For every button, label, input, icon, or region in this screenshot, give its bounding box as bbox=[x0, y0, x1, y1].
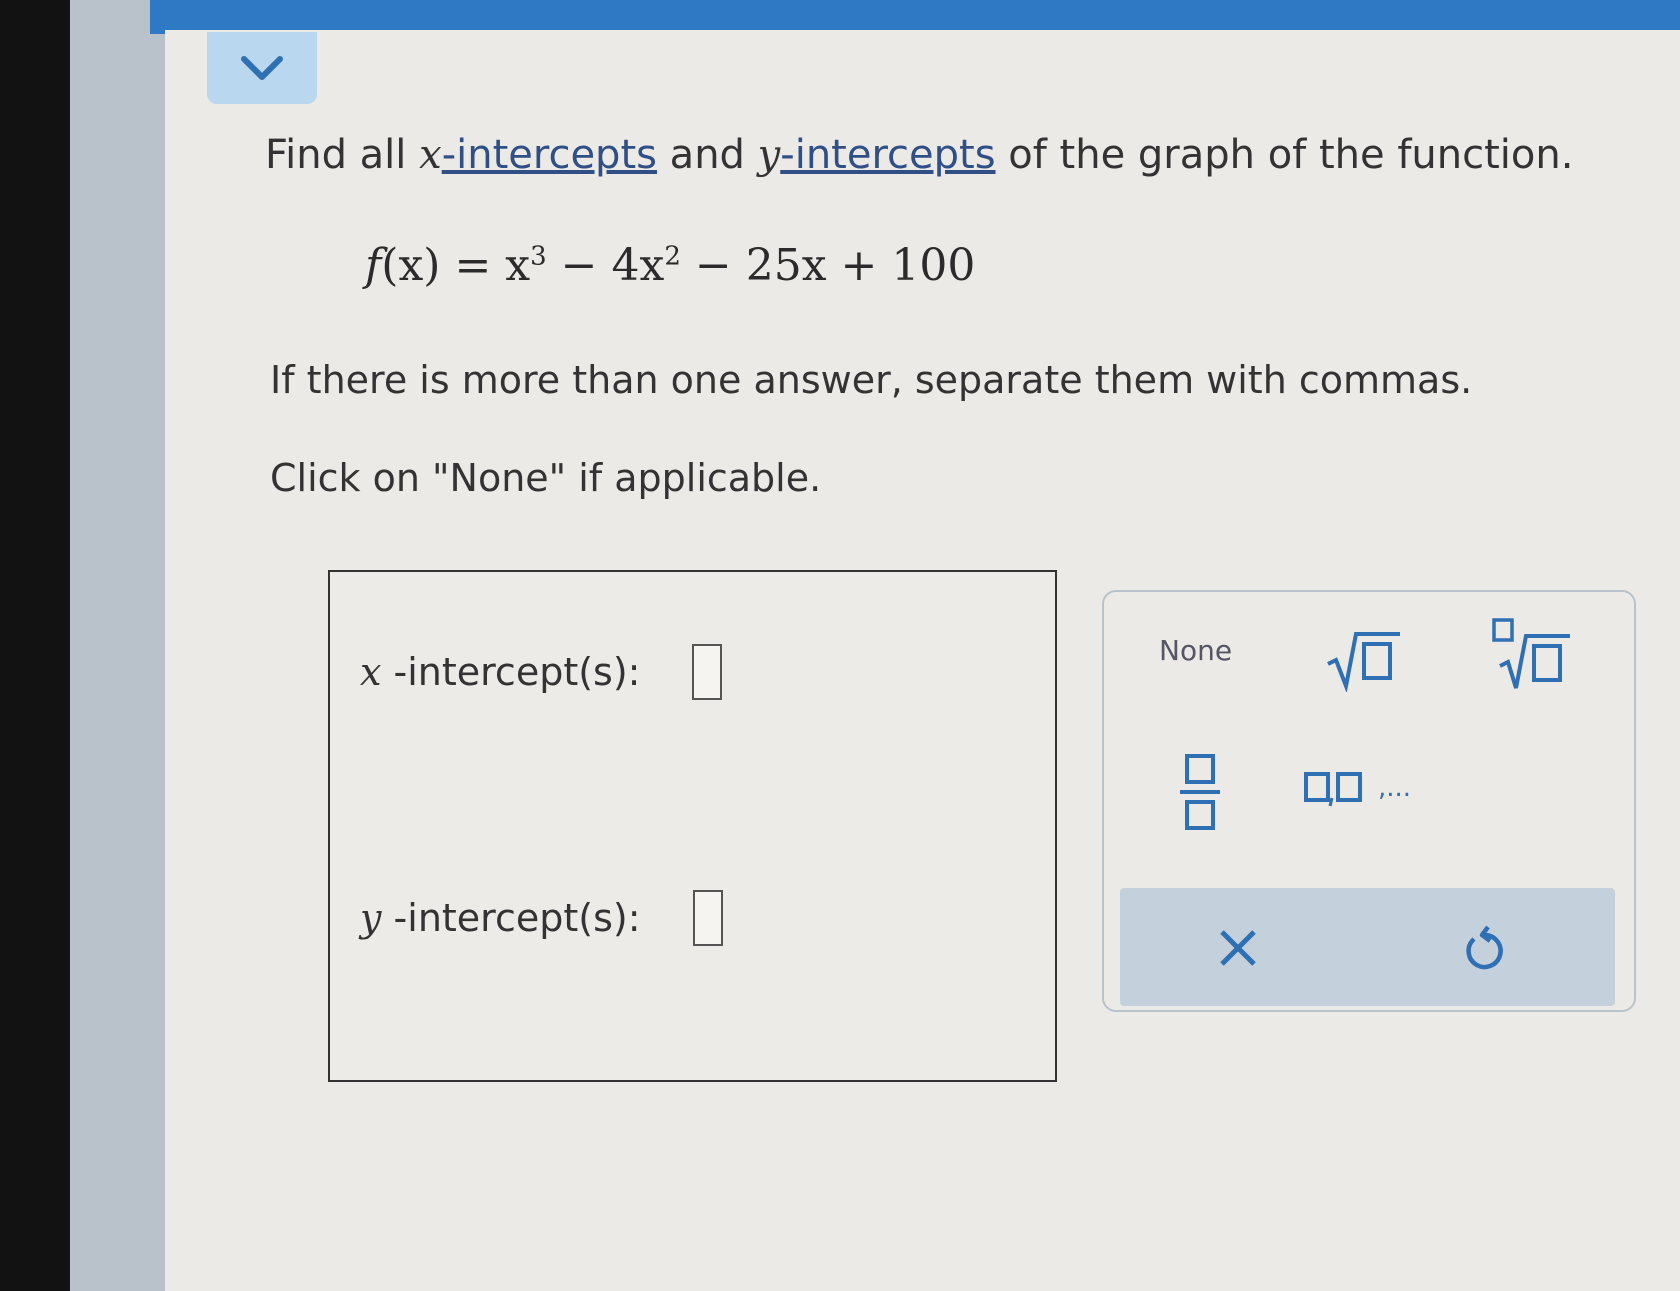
function-argument: (x) bbox=[381, 240, 441, 291]
question-part: and bbox=[656, 132, 758, 178]
question-part: Find all bbox=[265, 132, 420, 178]
undo-button[interactable] bbox=[1454, 918, 1514, 978]
x-intercepts-link[interactable]: -intercepts bbox=[442, 132, 657, 178]
list-icon bbox=[1304, 772, 1362, 807]
label-text: -intercept(s): bbox=[381, 650, 641, 694]
x-intercept-label: x -intercept(s): bbox=[360, 650, 640, 694]
y-variable: y bbox=[757, 132, 781, 178]
sqrt-icon bbox=[1327, 632, 1400, 692]
math-keypad: None ,... bbox=[1102, 590, 1636, 1012]
y-intercepts-link[interactable]: -intercepts bbox=[780, 132, 995, 178]
sqrt-button[interactable] bbox=[1324, 622, 1404, 692]
formula-term: − 25x + 100 bbox=[680, 240, 976, 291]
list-button[interactable]: ,... bbox=[1304, 768, 1411, 808]
x-variable: x bbox=[360, 650, 382, 694]
y-intercept-input[interactable] bbox=[692, 890, 723, 946]
keypad-action-bar bbox=[1120, 888, 1615, 1006]
y-intercept-label: y -intercept(s): bbox=[360, 896, 641, 940]
list-ellipsis: ,... bbox=[1378, 773, 1412, 803]
question-part: of the graph of the function. bbox=[995, 132, 1574, 178]
clear-x-icon bbox=[1220, 930, 1256, 966]
formula-exponent: 3 bbox=[530, 241, 547, 272]
monitor-bezel bbox=[0, 0, 70, 1291]
formula-term: = x bbox=[440, 240, 531, 291]
x-variable: x bbox=[419, 132, 442, 178]
top-bar bbox=[150, 0, 1680, 34]
left-frame bbox=[70, 0, 180, 1291]
undo-icon bbox=[1466, 925, 1503, 970]
chevron-down-icon bbox=[241, 56, 283, 80]
formula-exponent: 2 bbox=[664, 241, 681, 272]
formula-term: − 4x bbox=[546, 240, 665, 291]
nth-root-icon bbox=[1492, 618, 1570, 689]
question-text: Find all x-intercepts and y-intercepts o… bbox=[265, 132, 1573, 178]
y-intercept-row: y -intercept(s): bbox=[360, 890, 723, 946]
clear-button[interactable] bbox=[1208, 918, 1268, 978]
function-name: f bbox=[365, 240, 382, 291]
function-formula: f(x) = x3 − 4x2 − 25x + 100 bbox=[365, 240, 975, 291]
collapse-button[interactable] bbox=[207, 32, 317, 104]
x-intercept-row: x -intercept(s): bbox=[360, 644, 723, 700]
fraction-icon bbox=[1180, 754, 1220, 830]
fraction-button[interactable] bbox=[1176, 752, 1226, 832]
none-button[interactable]: None bbox=[1159, 634, 1232, 667]
answer-panel: x -intercept(s): y -intercept(s): bbox=[328, 570, 1057, 1082]
x-intercept-input[interactable] bbox=[692, 644, 723, 700]
instruction-none: Click on "None" if applicable. bbox=[270, 456, 822, 500]
label-text: -intercept(s): bbox=[381, 896, 641, 940]
instruction-commas: If there is more than one answer, separa… bbox=[270, 358, 1473, 402]
nth-root-button[interactable] bbox=[1486, 614, 1576, 694]
y-variable: y bbox=[360, 896, 382, 940]
